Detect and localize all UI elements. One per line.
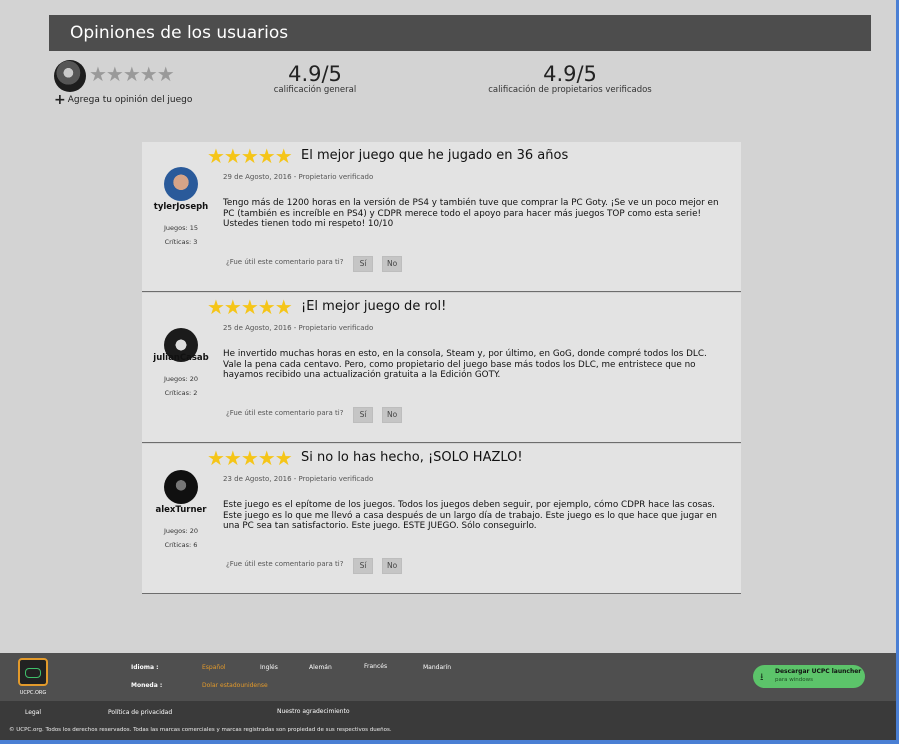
logo-text: UCPC.ORG xyxy=(19,690,47,696)
reviewer-username[interactable]: julianCasab xyxy=(142,353,220,363)
download-icon: ⭳ xyxy=(760,672,764,683)
language-option-german[interactable]: Alemán xyxy=(309,664,332,671)
download-main-label: Descargar UCPC launcher xyxy=(775,668,862,675)
window-edge-bottom xyxy=(0,740,899,744)
reviewer-avatar xyxy=(164,167,198,201)
review-stars: ★★★★★ xyxy=(207,446,293,470)
review-card: tylerJoseph Juegos: 15 Críticas: 3 ★★★★★… xyxy=(142,142,741,292)
plus-icon: + xyxy=(54,92,66,108)
general-score-label: calificación general xyxy=(273,85,357,95)
language-label: Idioma : xyxy=(131,664,159,671)
general-score: 4.9/5 calificación general xyxy=(255,63,375,95)
language-option-mandarin[interactable]: Mandarín xyxy=(423,664,451,671)
reviewer-reviews: Críticas: 2 xyxy=(164,389,198,397)
reviewer-games: Juegos: 20 xyxy=(163,375,199,383)
privacy-link[interactable]: Política de privacidad xyxy=(108,709,172,716)
helpful-no-button[interactable]: No xyxy=(382,256,403,272)
rating-summary: ★★★★★ + Agrega tu opinión del juego 4.9/5… xyxy=(0,58,899,108)
currency-option[interactable]: Dolar estadounidense xyxy=(202,682,268,689)
language-option-french[interactable]: Francés xyxy=(364,663,387,670)
reviewer-username[interactable]: alexTurner xyxy=(142,505,220,515)
acknowledgements-link[interactable]: Nuestro agradecimiento xyxy=(277,708,350,715)
review-stars: ★★★★★ xyxy=(207,144,293,168)
current-user-avatar xyxy=(54,60,86,92)
language-option-english[interactable]: Inglés xyxy=(260,664,278,671)
reviewer-username[interactable]: tylerJoseph xyxy=(142,202,220,212)
review-body: Este juego es el epítome de los juegos. … xyxy=(223,500,717,531)
helpful-no-button[interactable]: No xyxy=(382,407,403,423)
add-opinion-link[interactable]: + Agrega tu opinión del juego xyxy=(54,92,192,108)
review-body: He invertido muchas horas en esto, en la… xyxy=(223,349,707,380)
reviewer-avatar xyxy=(164,470,198,504)
add-opinion-label: Agrega tu opinión del juego xyxy=(67,95,193,105)
section-title: Opiniones de los usuarios xyxy=(70,23,289,43)
review-title: El mejor juego que he jugado en 36 años xyxy=(301,148,569,163)
review-list: tylerJoseph Juegos: 15 Críticas: 3 ★★★★★… xyxy=(142,142,741,594)
verified-score-label: calificación de propietarios verificados xyxy=(488,85,652,95)
download-launcher-button[interactable]: ⭳ Descargar UCPC launcher para windows xyxy=(753,665,865,688)
helpful-yes-button[interactable]: Sí xyxy=(353,558,373,574)
footer-settings: UCPC.ORG Idioma : Español Inglés Alemán … xyxy=(0,653,899,701)
helpful-yes-button[interactable]: Sí xyxy=(353,407,373,423)
section-title-bar: Opiniones de los usuarios xyxy=(49,15,871,51)
review-body: Tengo más de 1200 horas en la versión de… xyxy=(223,198,719,229)
verified-score-value: 4.9/5 xyxy=(543,62,597,86)
helpful-question: ¿Fue útil este comentario para ti? xyxy=(226,409,344,417)
review-date: 23 de Agosto, 2016 - Propietario verific… xyxy=(223,475,374,483)
review-date: 29 de Agosto, 2016 - Propietario verific… xyxy=(223,173,374,181)
user-rating-stars[interactable]: ★★★★★ xyxy=(89,62,175,86)
language-option-spanish[interactable]: Español xyxy=(202,664,226,671)
copyright-text: © UCPC.org. Todos los derechos reservado… xyxy=(9,727,392,733)
review-title: ¡El mejor juego de rol! xyxy=(301,299,447,314)
verified-score: 4.9/5 calificación de propietarios verif… xyxy=(480,63,660,95)
legal-link[interactable]: Legal xyxy=(25,709,41,716)
helpful-question: ¿Fue útil este comentario para ti? xyxy=(226,258,344,266)
general-score-value: 4.9/5 xyxy=(288,62,342,86)
reviewer-reviews: Críticas: 6 xyxy=(164,541,198,549)
reviewer-games: Juegos: 15 xyxy=(163,224,199,232)
review-card: alexTurner Juegos: 20 Críticas: 6 ★★★★★ … xyxy=(142,444,741,594)
review-stars: ★★★★★ xyxy=(207,295,293,319)
review-card: julianCasab Juegos: 20 Críticas: 2 ★★★★★… xyxy=(142,293,741,443)
helpful-question: ¿Fue útil este comentario para ti? xyxy=(226,560,344,568)
reviewer-games: Juegos: 20 xyxy=(163,527,199,535)
ucpc-logo[interactable]: UCPC.ORG xyxy=(14,658,52,700)
footer-legal: Legal Política de privacidad Nuestro agr… xyxy=(0,701,899,740)
gamepad-logo-icon xyxy=(18,658,48,686)
helpful-no-button[interactable]: No xyxy=(382,558,403,574)
reviewer-reviews: Críticas: 3 xyxy=(164,238,198,246)
currency-label: Moneda : xyxy=(131,682,163,689)
helpful-yes-button[interactable]: Sí xyxy=(353,256,373,272)
review-title: Si no lo has hecho, ¡SOLO HAZLO! xyxy=(301,450,523,465)
download-sub-label: para windows xyxy=(775,677,813,683)
review-date: 25 de Agosto, 2016 - Propietario verific… xyxy=(223,324,374,332)
